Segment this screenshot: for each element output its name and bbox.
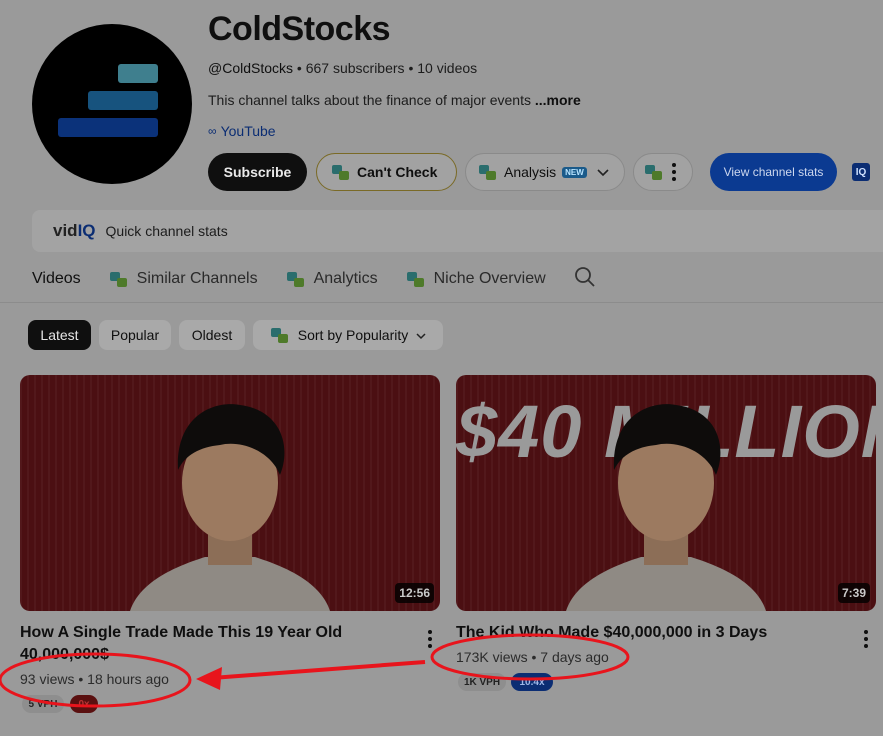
view-channel-stats-button[interactable]: View channel stats — [710, 153, 837, 191]
tab-videos-label: Videos — [32, 270, 81, 287]
nexlev-logo-icon — [406, 270, 426, 288]
video-thumbnail[interactable]: 12:56 — [20, 375, 440, 611]
subscriber-count: 667 subscribers — [305, 60, 405, 76]
link-icon: ∞ — [208, 124, 217, 138]
channel-tabs: Videos Similar Channels Analytics Niche … — [32, 266, 596, 292]
meta-separator: • — [408, 60, 414, 76]
video-meta: 93 views • 18 hours ago — [20, 671, 169, 687]
video-duration: 12:56 — [395, 583, 434, 603]
nexlev-logo-icon — [286, 270, 306, 288]
tab-similar-channels-label: Similar Channels — [136, 270, 258, 287]
meta-separator: • — [296, 60, 302, 76]
vph-badge: 5 VPH — [22, 695, 64, 713]
channel-link-text[interactable]: YouTube — [221, 123, 276, 139]
channel-handle: @ColdStocks — [208, 60, 294, 76]
cant-check-button[interactable]: Can't Check — [316, 153, 457, 191]
description-text: This channel talks about the finance of … — [208, 92, 531, 108]
video-more-icon[interactable] — [864, 630, 868, 648]
video-meta: 173K views • 7 days ago — [456, 649, 609, 665]
tab-videos[interactable]: Videos — [32, 270, 81, 288]
sort-by-popularity-dropdown[interactable]: Sort by Popularity — [253, 320, 443, 350]
multiplier-badge: 10.4x — [511, 673, 553, 691]
tab-similar-channels[interactable]: Similar Channels — [109, 270, 258, 288]
upload-age: 18 hours ago — [87, 671, 169, 687]
person-image — [566, 404, 766, 611]
channel-description[interactable]: This channel talks about the finance of … — [208, 92, 581, 108]
tab-analytics[interactable]: Analytics — [286, 270, 378, 288]
video-count: 10 videos — [417, 60, 478, 76]
tab-niche-overview[interactable]: Niche Overview — [406, 270, 546, 288]
search-icon[interactable] — [574, 266, 596, 293]
annotation-arrowhead — [196, 667, 222, 690]
video-title[interactable]: How A Single Trade Made This 19 Year Old… — [20, 622, 400, 666]
filter-oldest[interactable]: Oldest — [179, 320, 245, 350]
vidiq-quick-stats-bar[interactable]: vidIQ Quick channel stats — [32, 210, 883, 252]
video-thumbnail[interactable]: $40 MILLION 7:39 — [456, 375, 876, 611]
tab-niche-overview-label: Niche Overview — [433, 270, 546, 287]
tab-analytics-label: Analytics — [313, 270, 378, 287]
video-more-icon[interactable] — [428, 630, 432, 648]
description-more-link[interactable]: ...more — [535, 92, 581, 108]
vidiq-iq-icon[interactable]: IQ — [852, 163, 870, 181]
channel-name: ColdStocks — [208, 10, 391, 48]
vph-badge: 1K VPH — [458, 673, 506, 691]
nexlev-more-button[interactable] — [633, 153, 693, 191]
view-count: 93 views — [20, 671, 75, 687]
view-count: 173K views — [456, 649, 528, 665]
quick-stats-label: Quick channel stats — [105, 223, 228, 239]
nexlev-logo-icon — [644, 163, 664, 181]
sort-label: Sort by Popularity — [297, 327, 409, 343]
filter-latest[interactable]: Latest — [28, 320, 91, 350]
channel-avatar — [32, 24, 192, 184]
chevron-down-icon — [416, 327, 426, 343]
more-vert-icon — [672, 163, 676, 181]
subscribe-button[interactable]: Subscribe — [208, 153, 307, 191]
nexlev-logo-icon — [331, 163, 351, 181]
cant-check-label: Can't Check — [357, 164, 438, 180]
filter-popular[interactable]: Popular — [99, 320, 171, 350]
upload-age: 7 days ago — [540, 649, 609, 665]
nexlev-logo-icon — [478, 163, 498, 181]
person-image — [130, 404, 330, 611]
video-duration: 7:39 — [837, 583, 870, 603]
new-badge: NEW — [562, 166, 587, 178]
vidiq-logo: vidIQ — [53, 221, 96, 240]
nexlev-logo-icon — [270, 326, 290, 344]
nexlev-logo-icon — [109, 270, 129, 288]
channel-meta: @ColdStocks • 667 subscribers • 10 video… — [208, 60, 477, 76]
chevron-down-icon — [597, 164, 609, 180]
analysis-button[interactable]: Analysis NEW — [465, 153, 625, 191]
multiplier-badge: 0x — [70, 695, 98, 713]
channel-link[interactable]: ∞ YouTube — [208, 123, 276, 139]
analysis-label: Analysis — [504, 164, 557, 180]
tabs-divider — [0, 302, 883, 303]
video-title[interactable]: The Kid Who Made $40,000,000 in 3 Days — [456, 622, 846, 644]
